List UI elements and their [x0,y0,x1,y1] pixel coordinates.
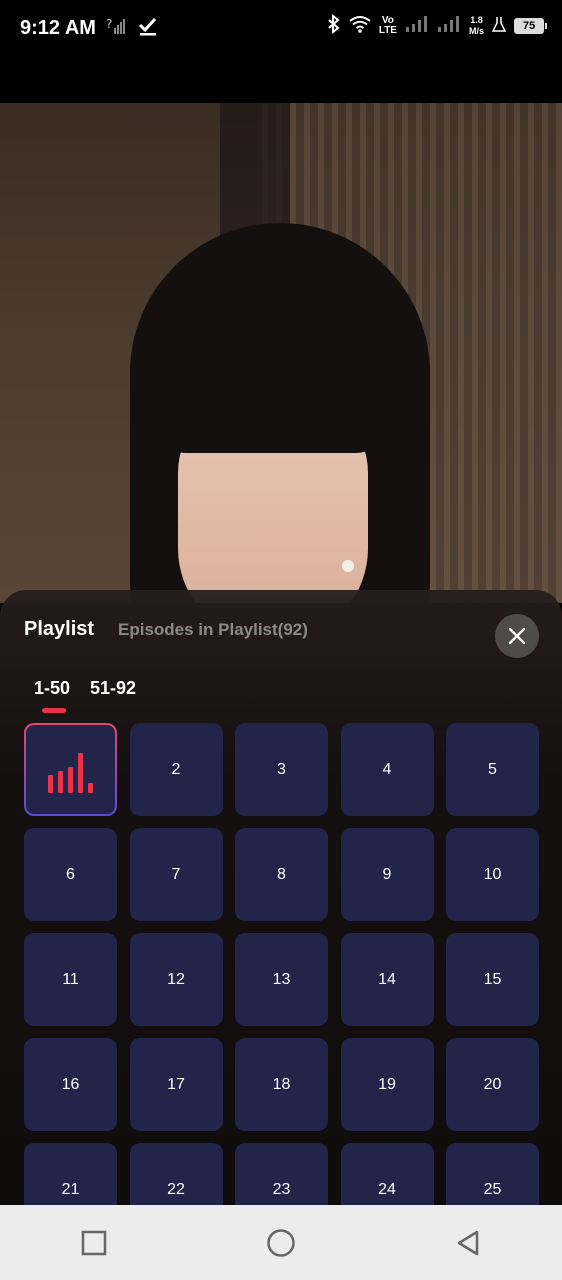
network-speed-unit: M/s [468,25,484,36]
episode-cell[interactable]: 11 [24,933,117,1026]
signal-sim2-icon [437,15,461,36]
episode-cell[interactable]: 19 [340,1038,434,1131]
episode-number: 6 [66,865,75,883]
episode-number: 18 [272,1075,291,1093]
episode-cell[interactable]: 18 [235,1038,328,1131]
playlist-title: Playlist [24,618,95,640]
tab-range-1-50[interactable]: 1-50 [34,678,70,713]
episode-cell[interactable]: 24 [340,1143,434,1205]
playlist-subtitle: Episodes in Playlist(92) [118,620,308,639]
checkmark-icon [138,16,158,41]
episode-number: 20 [483,1075,502,1093]
now-playing-icon [48,747,93,793]
episode-number: 3 [277,760,286,778]
episode-number: 11 [62,970,79,988]
episode-number: 23 [272,1180,291,1198]
episode-grid: 2 3 4 5 6 7 8 9 10 11 12 13 14 15 16 17 18 19 20 21 22 23 24 25 [24,723,540,1205]
episode-cell-current[interactable] [24,723,117,816]
episode-number: 16 [61,1075,80,1093]
video-person-earring [342,560,354,572]
playlist-sheet: Playlist Episodes in Playlist(92) 1-50 5… [0,590,562,1205]
episode-number: 14 [378,970,396,988]
flask-icon [491,15,507,36]
episode-cell[interactable]: 21 [24,1143,117,1205]
episode-cell[interactable]: 9 [340,828,434,921]
episode-cell[interactable]: 2 [129,723,223,816]
wifi-icon [349,15,371,36]
episode-cell[interactable]: 8 [235,828,328,921]
video-player[interactable] [0,103,562,603]
battery-icon: 75 [514,17,547,34]
close-icon [508,627,526,645]
episode-number: 2 [171,760,181,778]
episode-range-tabs: 1-50 51-92 [34,678,136,713]
episode-number: 22 [167,1180,185,1198]
episode-number: 15 [483,970,502,988]
tab-range-51-92[interactable]: 51-92 [90,678,136,699]
back-button[interactable] [438,1213,498,1273]
episode-cell[interactable]: 22 [129,1143,223,1205]
episode-number: 19 [378,1075,396,1093]
episode-cell[interactable]: 12 [129,933,223,1026]
network-speed: 1.8 M/s [469,15,484,37]
volte-indicator: Vo LTE [378,14,397,36]
close-button[interactable] [495,614,539,658]
episode-number: 24 [378,1180,396,1198]
episode-cell[interactable]: 25 [446,1143,539,1205]
bluetooth-icon [327,13,341,37]
episode-number: 7 [171,865,181,883]
triangle-back-icon [458,1230,479,1255]
episode-number: 4 [382,760,392,778]
episode-number: 9 [382,865,392,883]
episode-cell[interactable]: 5 [446,723,539,816]
episode-cell[interactable]: 4 [340,723,434,816]
episode-cell[interactable]: 23 [235,1143,328,1205]
episode-number: 10 [483,865,502,883]
volte-top: Vo [381,14,394,26]
episode-cell[interactable]: 13 [235,933,328,1026]
episode-number: 8 [277,865,286,883]
episode-number: 12 [167,970,185,988]
status-left-icons: ? [106,16,158,41]
episode-number: 5 [488,760,497,778]
episode-cell[interactable]: 15 [446,933,539,1026]
episode-cell[interactable]: 20 [446,1038,539,1131]
svg-text:?: ? [106,17,112,31]
episode-number: 21 [61,1180,80,1198]
square-icon [81,1230,106,1255]
episode-number: 17 [167,1075,185,1093]
circle-icon [267,1228,295,1257]
episode-number: 13 [272,970,291,988]
navigation-bar [0,1205,562,1280]
episode-cell[interactable]: 10 [446,828,539,921]
home-button[interactable] [251,1213,311,1273]
network-speed-value: 1.8 [470,14,483,25]
signal-sim1-icon [405,15,429,36]
episode-cell[interactable]: 3 [235,723,328,816]
episode-cell[interactable]: 16 [24,1038,117,1131]
no-sim-signal-icon: ? [106,16,126,41]
status-bar: 9:12 AM ? Vo LTE 1.8 M/s 75 [0,0,562,60]
episode-number: 25 [483,1180,502,1198]
volte-bottom: LTE [378,24,397,36]
episode-cell[interactable]: 14 [340,933,434,1026]
status-right-icons: Vo LTE 1.8 M/s 75 [327,13,547,37]
episode-cell[interactable]: 17 [129,1038,223,1131]
recents-button[interactable] [64,1213,124,1273]
episode-cell[interactable]: 7 [129,828,223,921]
episode-cell[interactable]: 6 [24,828,117,921]
status-time: 9:12 AM [20,17,96,39]
